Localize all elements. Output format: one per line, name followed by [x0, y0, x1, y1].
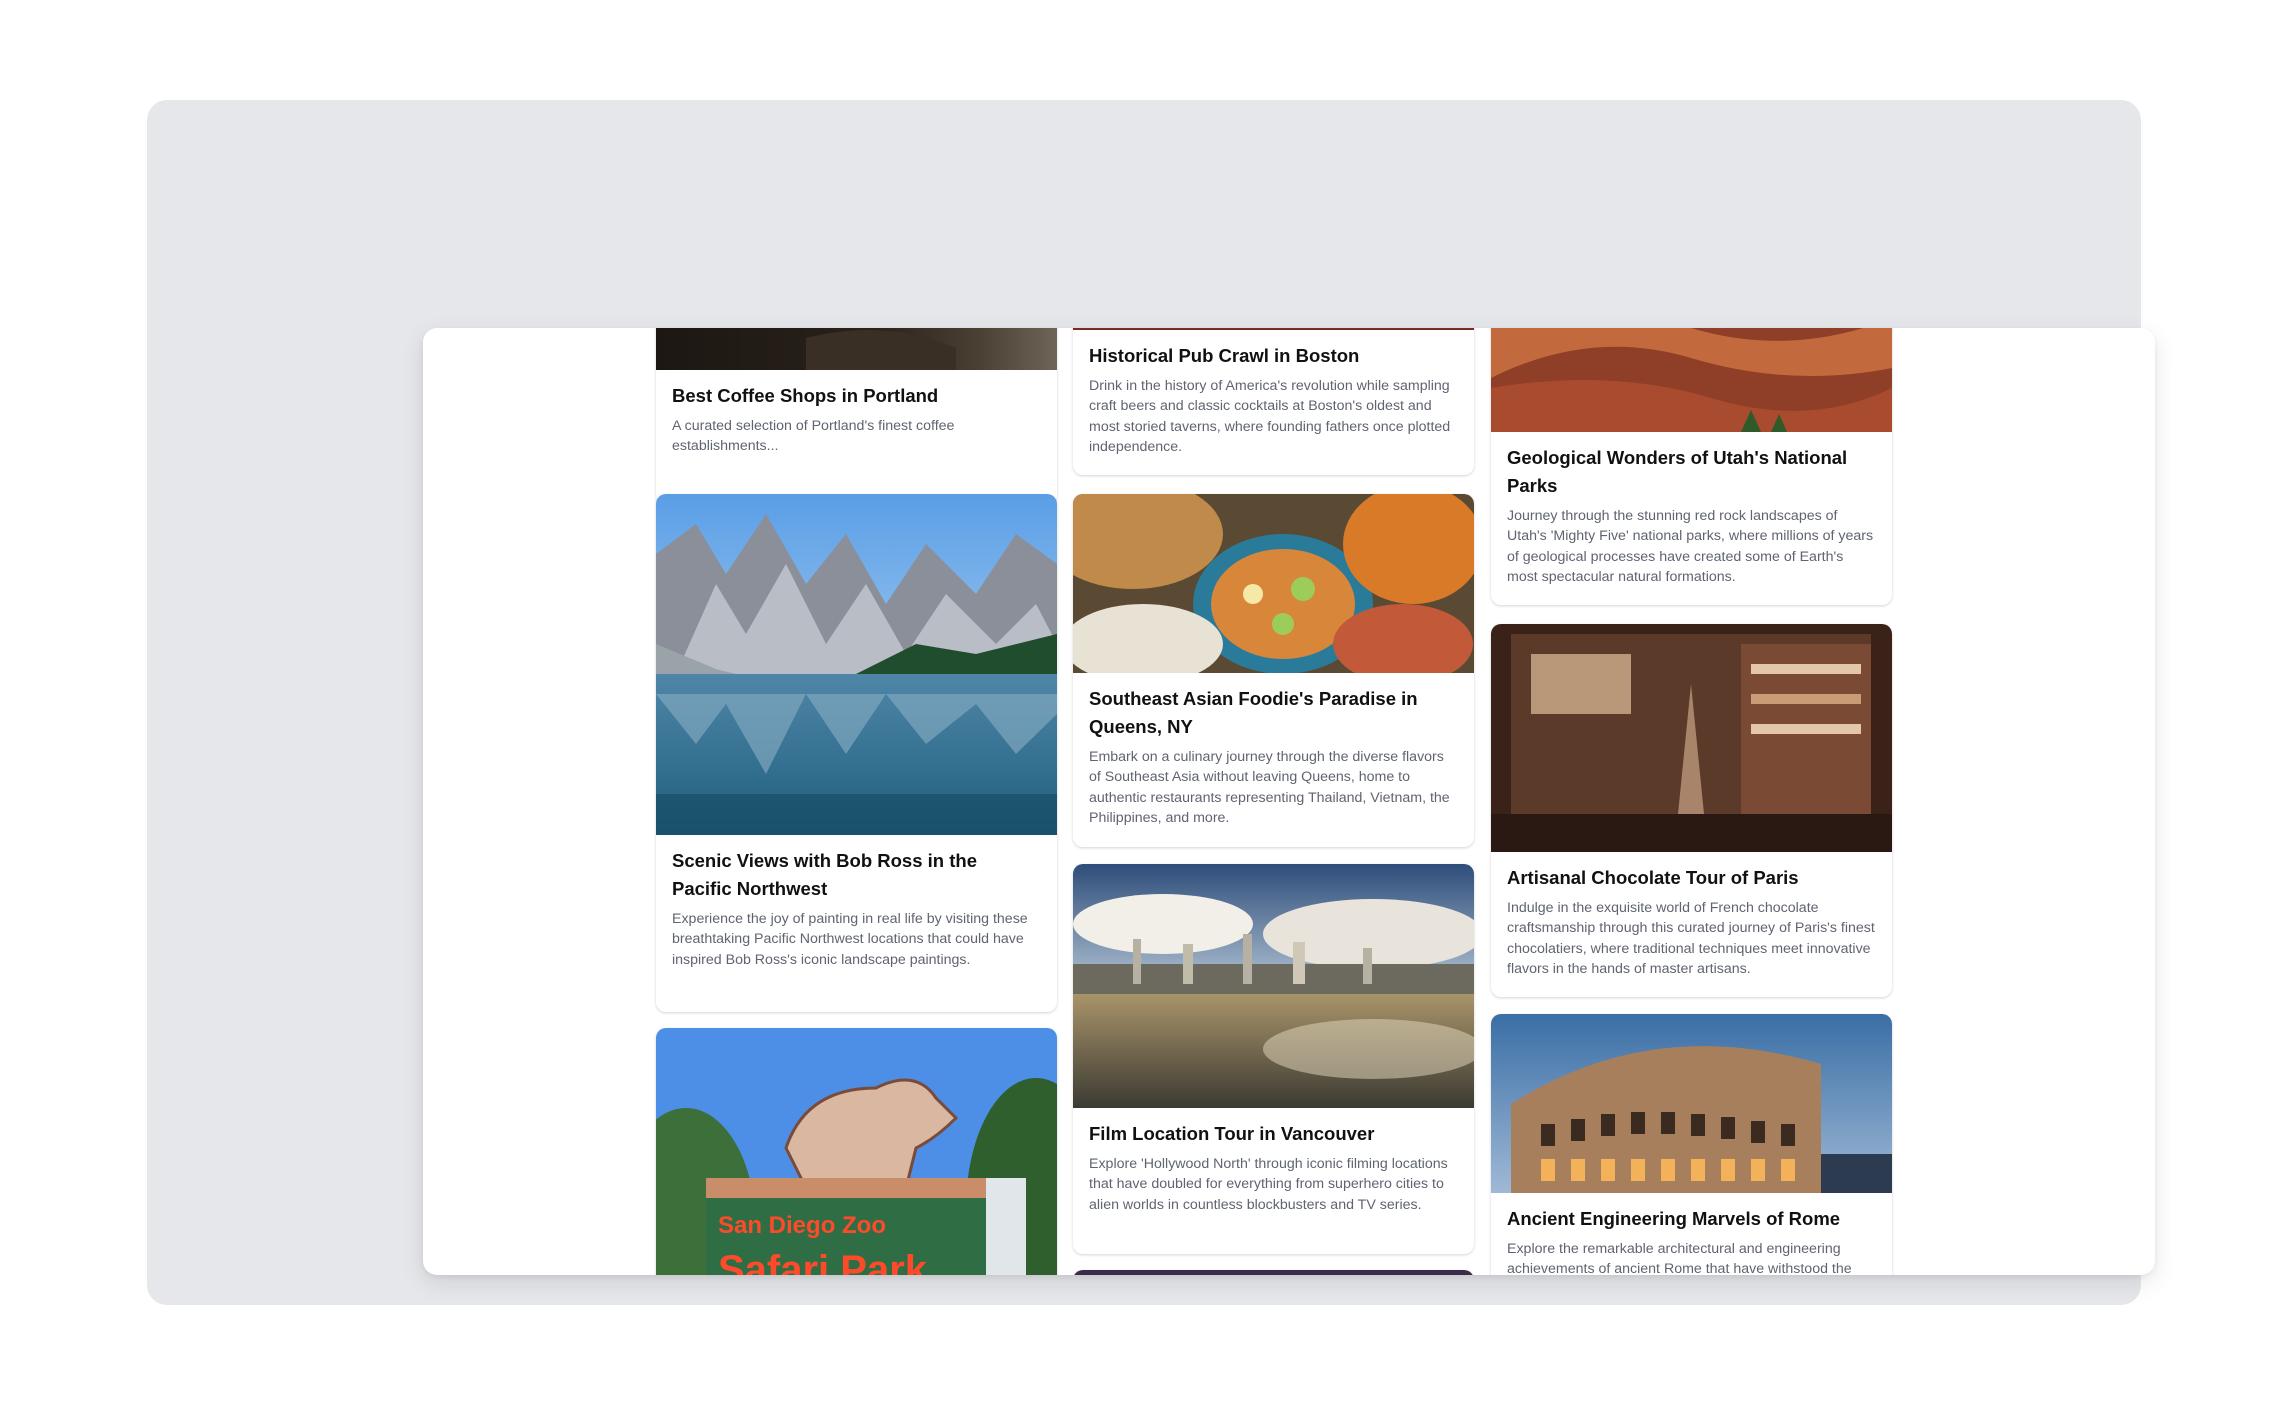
- card-description: Explore the remarkable architectural and…: [1507, 1241, 1852, 1275]
- tour-card[interactable]: Film Location Tour in Vancouver Explore …: [1073, 864, 1474, 1254]
- asian-food-image: [1073, 494, 1474, 673]
- card-title[interactable]: Film Location Tour in Vancouver: [1089, 1120, 1458, 1148]
- coffee-image: [656, 328, 1057, 370]
- card-description: Drink in the history of America's revolu…: [1089, 378, 1451, 455]
- tour-card[interactable]: [1073, 1270, 1474, 1275]
- card-description: Experience the joy of painting in real l…: [672, 911, 1028, 968]
- card-description: A curated selection of Portland's finest…: [672, 418, 955, 455]
- browser-viewport[interactable]: Best Coffee Shops in Portland A curated …: [423, 328, 2155, 1275]
- tour-card[interactable]: Best Coffee Shops in Portland A curated …: [656, 328, 1057, 505]
- card-description: Explore 'Hollywood North' through iconic…: [1089, 1156, 1448, 1213]
- tour-card[interactable]: Historical Pub Crawl in Boston Drink in …: [1073, 328, 1474, 475]
- card-title[interactable]: Historical Pub Crawl in Boston: [1089, 342, 1458, 370]
- colosseum-image: [1491, 1014, 1892, 1193]
- tour-card[interactable]: Artisanal Chocolate Tour of Paris Indulg…: [1491, 624, 1892, 997]
- tour-card[interactable]: San Diego Zoo Safari Park: [656, 1028, 1057, 1275]
- pub-image: [1073, 328, 1474, 330]
- card-title[interactable]: Southeast Asian Foodie's Paradise in Que…: [1089, 685, 1458, 741]
- red-rock-image: [1491, 328, 1892, 432]
- card-description: Embark on a culinary journey through the…: [1089, 749, 1450, 826]
- vancouver-skyline-image: [1073, 864, 1474, 1108]
- tour-card[interactable]: Scenic Views with Bob Ross in the Pacifi…: [656, 494, 1057, 1012]
- sign-text-line-1: San Diego Zoo: [718, 1212, 886, 1239]
- next-card-image: [1073, 1270, 1474, 1275]
- tour-card[interactable]: Ancient Engineering Marvels of Rome Expl…: [1491, 1014, 1892, 1275]
- card-title[interactable]: Artisanal Chocolate Tour of Paris: [1507, 864, 1876, 892]
- safari-park-image: San Diego Zoo Safari Park: [656, 1028, 1057, 1275]
- backdrop: Best Coffee Shops in Portland A curated …: [147, 100, 2155, 1305]
- sign-text-line-2: Safari Park: [718, 1248, 928, 1275]
- mountain-lake-image: [656, 494, 1057, 835]
- card-title[interactable]: Best Coffee Shops in Portland: [672, 382, 1041, 410]
- tour-card[interactable]: Geological Wonders of Utah's National Pa…: [1491, 328, 1892, 605]
- card-title[interactable]: Ancient Engineering Marvels of Rome: [1507, 1205, 1876, 1233]
- card-description: Journey through the stunning red rock la…: [1507, 508, 1874, 585]
- card-description: Indulge in the exquisite world of French…: [1507, 900, 1875, 977]
- card-title[interactable]: Geological Wonders of Utah's National Pa…: [1507, 444, 1876, 500]
- chocolate-shop-image: [1491, 624, 1892, 852]
- card-title[interactable]: Scenic Views with Bob Ross in the Pacifi…: [672, 847, 1041, 903]
- tour-card[interactable]: Southeast Asian Foodie's Paradise in Que…: [1073, 494, 1474, 847]
